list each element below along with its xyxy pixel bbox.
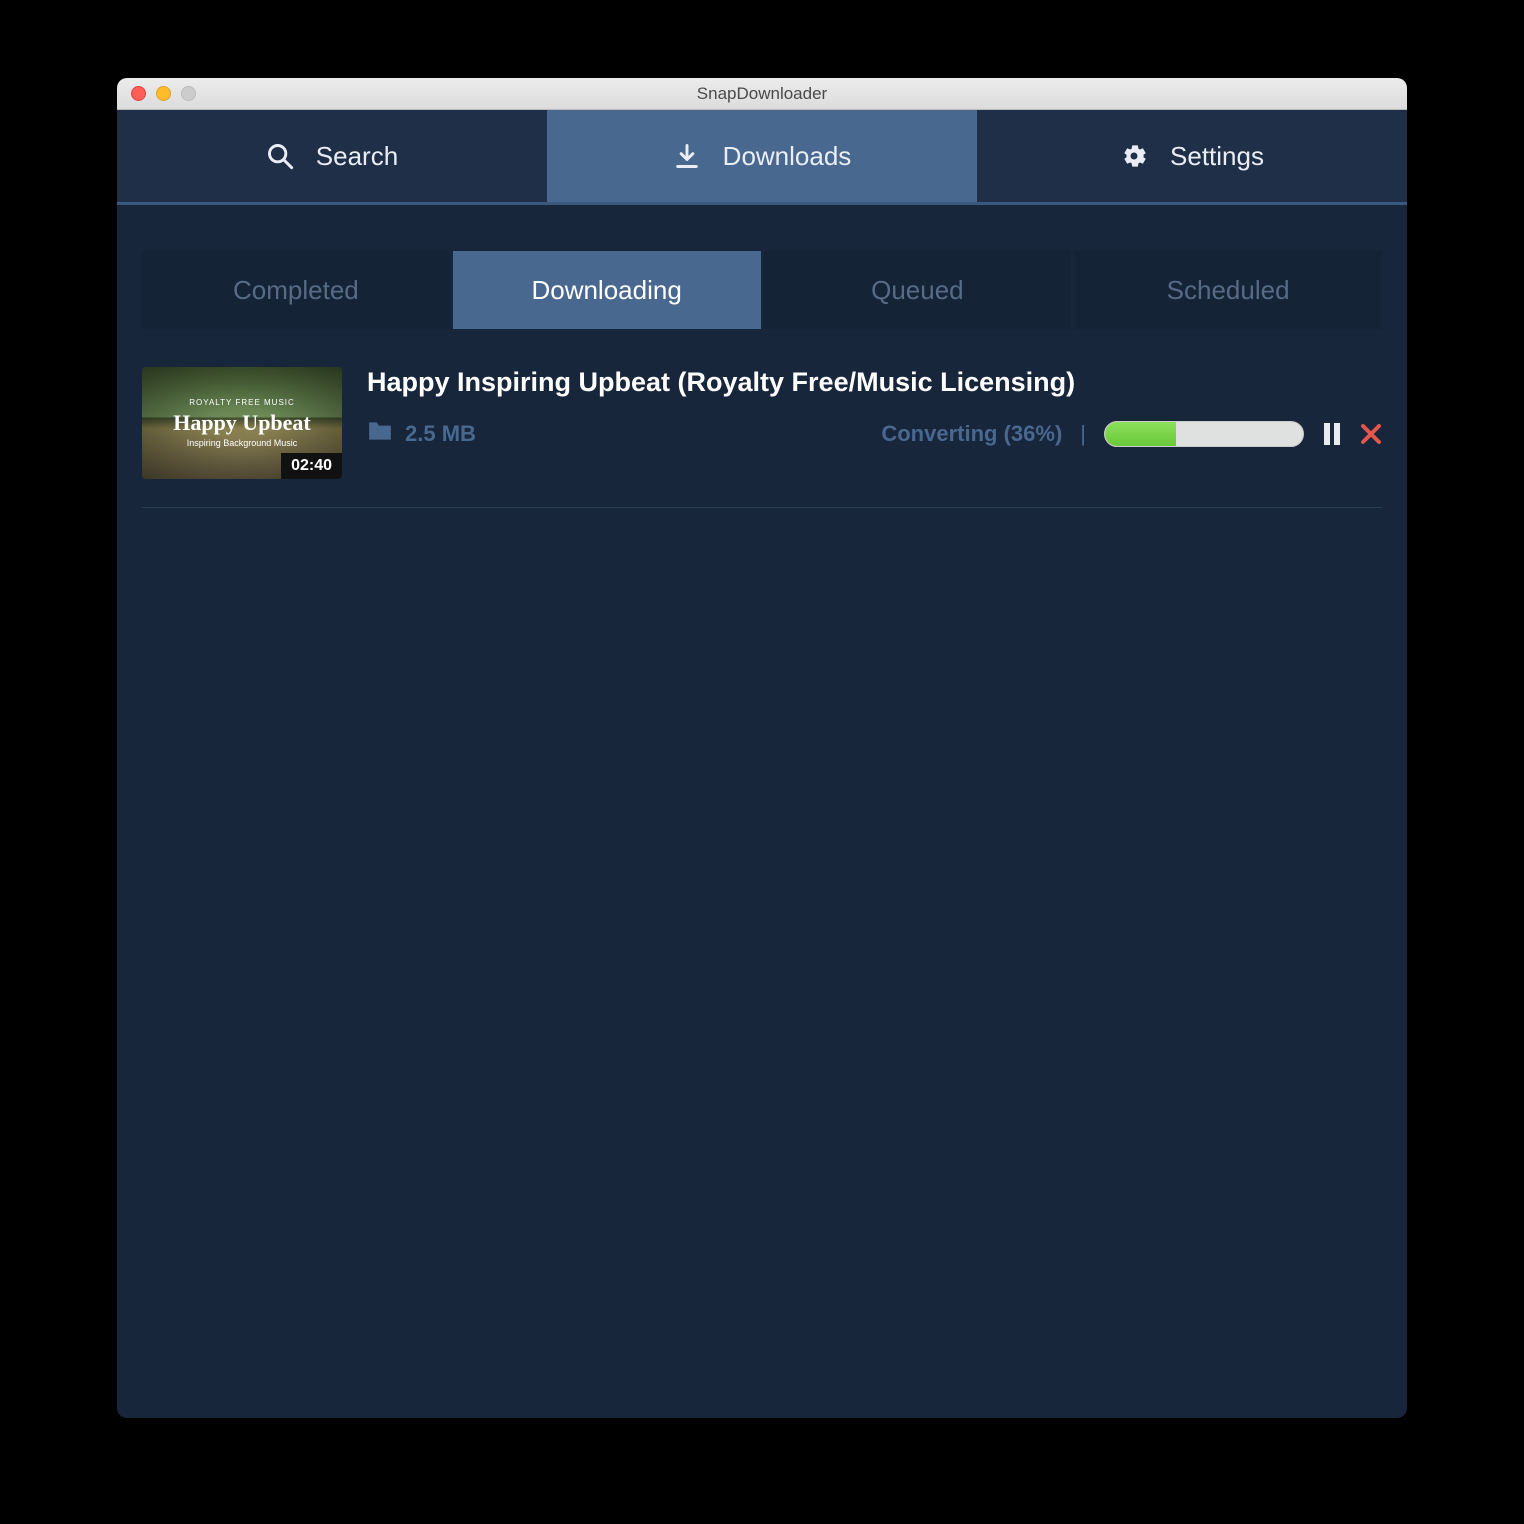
nav-downloads-label: Downloads	[723, 141, 852, 172]
subtabs: Completed Downloading Queued Scheduled	[117, 205, 1407, 329]
titlebar: SnapDownloader	[117, 78, 1407, 110]
tab-downloading[interactable]: Downloading	[453, 251, 761, 329]
download-list: ROYALTY FREE MUSIC Happy Upbeat Inspirin…	[117, 329, 1407, 508]
nav-downloads[interactable]: Downloads	[547, 110, 977, 202]
tab-queued[interactable]: Queued	[764, 251, 1072, 329]
separator: |	[1080, 421, 1086, 447]
thumb-title: Happy Upbeat	[173, 410, 311, 436]
download-item: ROYALTY FREE MUSIC Happy Upbeat Inspirin…	[142, 367, 1382, 508]
search-icon	[266, 142, 294, 170]
progress-fill	[1105, 422, 1176, 446]
tab-completed[interactable]: Completed	[142, 251, 450, 329]
pause-button[interactable]	[1322, 423, 1342, 445]
file-size: 2.5 MB	[405, 421, 476, 447]
open-folder-button[interactable]: 2.5 MB	[367, 420, 476, 448]
progress-bar	[1104, 421, 1304, 447]
nav-search-label: Search	[316, 141, 398, 172]
download-icon	[673, 142, 701, 170]
top-nav: Search Downloads Settings	[117, 110, 1407, 205]
download-item-title: Happy Inspiring Upbeat (Royalty Free/Mus…	[367, 367, 1382, 398]
nav-search[interactable]: Search	[117, 110, 547, 202]
cancel-button[interactable]	[1360, 423, 1382, 445]
download-item-details: Happy Inspiring Upbeat (Royalty Free/Mus…	[367, 367, 1382, 448]
nav-settings-label: Settings	[1170, 141, 1264, 172]
thumb-supertitle: ROYALTY FREE MUSIC	[189, 398, 295, 407]
app-window: SnapDownloader Search Downloads Settings…	[117, 78, 1407, 1418]
status-text: Converting (36%)	[881, 421, 1062, 447]
gear-icon	[1120, 142, 1148, 170]
window-title: SnapDownloader	[117, 84, 1407, 104]
tab-scheduled[interactable]: Scheduled	[1074, 251, 1382, 329]
video-thumbnail[interactable]: ROYALTY FREE MUSIC Happy Upbeat Inspirin…	[142, 367, 342, 479]
thumb-subtitle: Inspiring Background Music	[187, 438, 298, 448]
nav-settings[interactable]: Settings	[977, 110, 1407, 202]
video-duration: 02:40	[281, 453, 342, 479]
folder-icon	[367, 420, 393, 448]
